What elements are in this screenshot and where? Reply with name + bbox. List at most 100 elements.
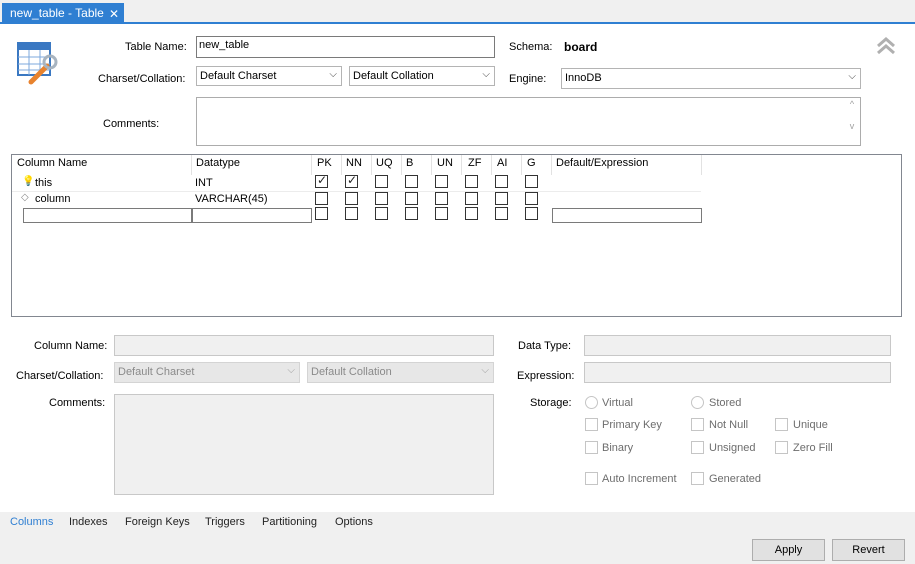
unsigned-label: Unsigned: [709, 442, 756, 454]
binary-checkbox[interactable]: [585, 441, 598, 454]
charset-select[interactable]: Default Charset ⌵: [196, 66, 342, 86]
revert-button[interactable]: Revert: [832, 539, 905, 561]
datatype-cell[interactable]: VARCHAR(45): [195, 193, 268, 205]
header-un[interactable]: UN: [437, 157, 453, 169]
chevron-down-icon: ⌵: [287, 365, 295, 376]
nn-checkbox[interactable]: [345, 173, 358, 188]
table-comments-textarea[interactable]: ^ v: [196, 97, 861, 146]
tab-foreign-keys[interactable]: Foreign Keys: [125, 516, 190, 528]
schema-value: board: [564, 40, 598, 54]
column-name-label: Column Name:: [34, 340, 108, 352]
not-null-checkbox[interactable]: [691, 418, 704, 431]
primary-key-checkbox[interactable]: [585, 418, 598, 431]
apply-button[interactable]: Apply: [752, 539, 825, 561]
zero-fill-checkbox[interactable]: [775, 441, 788, 454]
g-checkbox[interactable]: [525, 192, 538, 205]
table-name-input[interactable]: new_table: [196, 36, 495, 58]
new-row[interactable]: [12, 207, 901, 223]
stored-radio[interactable]: [691, 396, 704, 409]
unsigned-checkbox[interactable]: [691, 441, 704, 454]
tab-triggers[interactable]: Triggers: [205, 516, 245, 528]
scrollbar[interactable]: ^ v: [845, 99, 859, 144]
uq-checkbox[interactable]: [375, 192, 388, 205]
tab-columns[interactable]: Columns: [10, 516, 53, 528]
zf-checkbox[interactable]: [465, 175, 478, 188]
header-uq[interactable]: UQ: [376, 157, 393, 169]
datatype-cell[interactable]: INT: [195, 177, 213, 189]
column-charset-value: Default Charset: [118, 366, 195, 378]
b-checkbox[interactable]: [405, 207, 418, 220]
nn-checkbox[interactable]: [345, 207, 358, 220]
editor-tab[interactable]: new_table - Table ✕: [2, 3, 124, 24]
pk-checkbox[interactable]: [315, 173, 328, 188]
table-row[interactable]: ◇ column VARCHAR(45): [12, 191, 901, 207]
pk-checkbox[interactable]: [315, 192, 328, 205]
chevron-down-icon: ⌵: [329, 69, 337, 80]
chevron-down-icon: ⌵: [482, 69, 490, 80]
new-column-name-input[interactable]: [23, 208, 192, 223]
ai-checkbox[interactable]: [495, 192, 508, 205]
data-type-input: [584, 335, 891, 356]
header-datatype[interactable]: Datatype: [196, 157, 240, 169]
virtual-radio[interactable]: [585, 396, 598, 409]
collation-select-value: Default Collation: [353, 70, 434, 82]
new-datatype-input[interactable]: [192, 208, 312, 223]
columns-grid[interactable]: Column Name Datatype PK NN UQ B UN ZF AI…: [11, 154, 902, 317]
zf-checkbox[interactable]: [465, 192, 478, 205]
close-tab-icon[interactable]: ✕: [109, 7, 119, 21]
un-checkbox[interactable]: [435, 207, 448, 220]
un-checkbox[interactable]: [435, 192, 448, 205]
b-checkbox[interactable]: [405, 192, 418, 205]
primary-key-label: Primary Key: [602, 419, 662, 431]
table-name-label: Table Name:: [125, 41, 187, 53]
tab-options[interactable]: Options: [335, 516, 373, 528]
column-charset-select: Default Charset ⌵: [114, 362, 300, 383]
uq-checkbox[interactable]: [375, 207, 388, 220]
g-checkbox[interactable]: [525, 175, 538, 188]
g-checkbox[interactable]: [525, 207, 538, 220]
table-row[interactable]: 💡 this INT: [12, 173, 901, 191]
virtual-label: Virtual: [602, 397, 633, 409]
pk-checkbox[interactable]: [315, 207, 328, 220]
charset-select-value: Default Charset: [200, 70, 277, 82]
unique-checkbox[interactable]: [775, 418, 788, 431]
new-default-input[interactable]: [552, 208, 702, 223]
header-ai[interactable]: AI: [497, 157, 507, 169]
column-charset-label: Charset/Collation:: [16, 370, 104, 382]
header-b[interactable]: B: [406, 157, 413, 169]
column-name-cell[interactable]: column: [35, 193, 70, 205]
header-g[interactable]: G: [527, 157, 536, 169]
data-type-label: Data Type:: [518, 340, 571, 352]
diamond-icon: ◇: [21, 192, 29, 203]
ai-checkbox[interactable]: [495, 175, 508, 188]
collation-select[interactable]: Default Collation ⌵: [349, 66, 495, 86]
column-name-input: [114, 335, 494, 356]
column-collation-value: Default Collation: [311, 366, 392, 378]
editor-tab-strip: new_table - Table ✕: [0, 0, 915, 24]
generated-checkbox[interactable]: [691, 472, 704, 485]
ai-checkbox[interactable]: [495, 207, 508, 220]
header-nn[interactable]: NN: [346, 157, 362, 169]
generated-label: Generated: [709, 473, 761, 485]
collapse-chevrons-icon[interactable]: [876, 36, 896, 56]
stored-label: Stored: [709, 397, 742, 409]
column-collation-select: Default Collation ⌵: [307, 362, 494, 383]
uq-checkbox[interactable]: [375, 175, 388, 188]
auto-increment-checkbox[interactable]: [585, 472, 598, 485]
header-zf[interactable]: ZF: [468, 157, 481, 169]
tab-indexes[interactable]: Indexes: [69, 516, 108, 528]
engine-select[interactable]: InnoDB ⌵: [561, 68, 861, 89]
column-name-cell[interactable]: this: [35, 177, 52, 189]
expression-label: Expression:: [517, 370, 575, 382]
un-checkbox[interactable]: [435, 175, 448, 188]
header-default-expression[interactable]: Default/Expression: [556, 157, 648, 169]
header-pk[interactable]: PK: [317, 157, 332, 169]
header-column-name[interactable]: Column Name: [17, 157, 87, 169]
editor-section-tabs: Columns Indexes Foreign Keys Triggers Pa…: [0, 512, 915, 534]
charset-collation-label: Charset/Collation:: [98, 73, 186, 85]
b-checkbox[interactable]: [405, 175, 418, 188]
tab-partitioning[interactable]: Partitioning: [262, 516, 317, 528]
zf-checkbox[interactable]: [465, 207, 478, 220]
engine-select-value: InnoDB: [565, 72, 602, 84]
nn-checkbox[interactable]: [345, 192, 358, 205]
